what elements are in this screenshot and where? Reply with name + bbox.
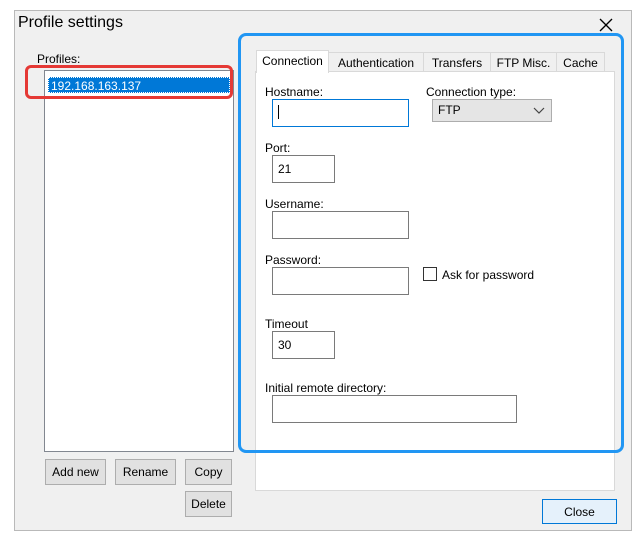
copy-button[interactable]: Copy (185, 459, 232, 485)
window-title: Profile settings (18, 14, 123, 31)
selected-profile-annotation (25, 65, 233, 99)
connection-settings-annotation (238, 33, 624, 453)
profiles-list[interactable]: 192.168.163.137 (44, 70, 234, 452)
delete-button[interactable]: Delete (185, 491, 232, 517)
add-new-button[interactable]: Add new (45, 459, 106, 485)
rename-button[interactable]: Rename (115, 459, 176, 485)
profiles-label: Profiles: (37, 52, 81, 66)
close-button[interactable]: Close (542, 499, 617, 524)
